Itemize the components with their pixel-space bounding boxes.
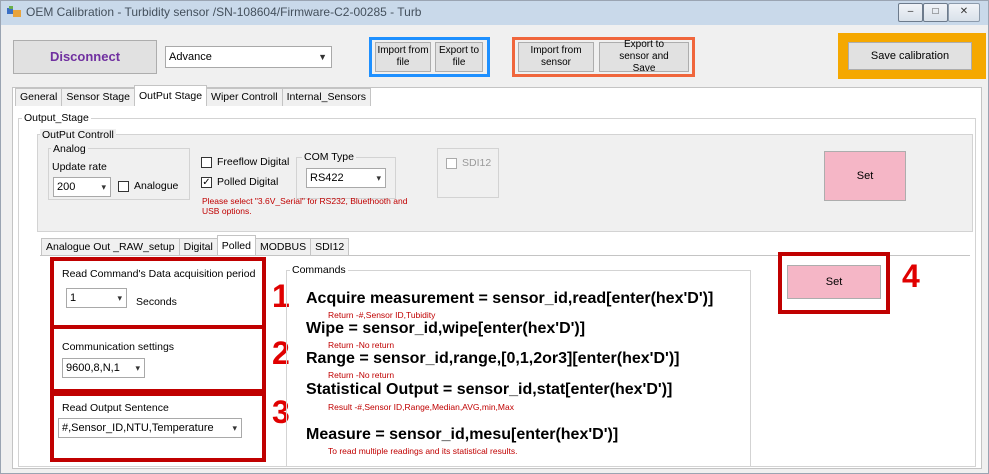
- save-calibration-button[interactable]: Save calibration: [848, 42, 972, 70]
- chevron-down-icon: ▾: [117, 293, 122, 303]
- command-acquire-note: Return -#,Sensor ID,Tubidity: [328, 310, 436, 320]
- export-to-sensor-button[interactable]: Export to sensor and Save: [599, 39, 689, 74]
- polled-set-button[interactable]: Set: [787, 265, 881, 299]
- chevron-down-icon: ▼: [318, 52, 327, 62]
- sdi12-checkbox[interactable]: [446, 158, 457, 169]
- command-wipe: Wipe = sensor_id,wipe[enter(hex'D')]: [306, 320, 586, 337]
- com-type-select[interactable]: RS422 ▾: [306, 168, 386, 188]
- output-control-label: OutPut Controll: [40, 129, 116, 141]
- mode-select-value: Advance: [169, 51, 212, 63]
- command-range: Range = sensor_id,range,[0,1,2or3][enter…: [306, 350, 680, 367]
- marker-4: 4: [902, 258, 920, 294]
- acquisition-period-label: Read Command's Data acquisition period: [62, 268, 256, 280]
- com-type-warning-line1: Please select "3.6V_Serial" for RS232, B…: [202, 196, 408, 206]
- sdi12-group: [437, 148, 499, 198]
- chevron-down-icon: ▾: [376, 173, 381, 183]
- acquisition-period-select[interactable]: 1 ▾: [66, 288, 127, 308]
- read-output-sentence-select[interactable]: #,Sensor_ID,NTU,Temperature ▾: [58, 418, 242, 438]
- analogue-checkbox[interactable]: [118, 181, 129, 192]
- import-from-sensor-button[interactable]: Import from sensor: [518, 42, 594, 72]
- com-type-value: RS422: [310, 172, 344, 184]
- seconds-label: Seconds: [136, 296, 177, 308]
- command-wipe-note: Return -No return: [328, 340, 395, 350]
- commands-label: Commands: [290, 264, 348, 276]
- window-title: OEM Calibration - Turbidity sensor /SN-1…: [26, 5, 422, 19]
- tab-analogue-out-raw[interactable]: Analogue Out _RAW_setup: [41, 238, 180, 256]
- tab-sdi12[interactable]: SDI12: [310, 238, 350, 256]
- chevron-down-icon: ▾: [232, 423, 237, 433]
- export-to-file-button[interactable]: Export to file: [435, 42, 483, 72]
- update-rate-label: Update rate: [52, 161, 107, 173]
- read-output-sentence-value: #,Sensor_ID,NTU,Temperature: [62, 422, 214, 434]
- chevron-down-icon: ▾: [135, 363, 140, 373]
- command-acquire: Acquire measurement = sensor_id,read[ent…: [306, 290, 714, 307]
- mode-select[interactable]: Advance ▼: [165, 46, 332, 68]
- disconnect-button[interactable]: Disconnect: [13, 40, 157, 74]
- communication-settings-value: 9600,8,N,1: [66, 362, 120, 374]
- sdi12-label: SDI12: [462, 157, 492, 169]
- tab-digital[interactable]: Digital: [178, 238, 218, 256]
- freeflow-digital-label: Freeflow Digital: [217, 156, 290, 168]
- communication-settings-select[interactable]: 9600,8,N,1 ▾: [62, 358, 145, 378]
- update-rate-select[interactable]: 200 ▾: [53, 177, 111, 197]
- sub-tabs: Analogue Out _RAW_setup Digital Polled M…: [41, 235, 350, 256]
- read-output-sentence-label: Read Output Sentence: [62, 402, 169, 414]
- analogue-label: Analogue: [134, 180, 179, 192]
- tab-wiper-control[interactable]: Wiper Controll: [206, 88, 283, 106]
- close-icon[interactable]: ✕: [948, 3, 980, 22]
- polled-digital-label: Polled Digital: [217, 176, 279, 188]
- polled-digital-checkbox[interactable]: ✓: [201, 177, 212, 188]
- tab-sensor-stage[interactable]: Sensor Stage: [61, 88, 135, 106]
- chevron-down-icon: ▾: [101, 182, 106, 192]
- minimize-icon[interactable]: –: [898, 3, 923, 22]
- command-range-note: Return -No return: [328, 370, 395, 380]
- main-tabs: General Sensor Stage OutPut Stage Wiper …: [15, 85, 371, 106]
- command-statistical: Statistical Output = sensor_id,stat[ente…: [306, 381, 673, 398]
- freeflow-digital-checkbox[interactable]: [201, 157, 212, 168]
- output-set-button[interactable]: Set: [824, 151, 906, 201]
- import-from-file-button[interactable]: Import from file: [375, 42, 431, 72]
- app-icon: [7, 6, 21, 17]
- acquisition-period-value: 1: [70, 292, 77, 304]
- update-rate-value: 200: [57, 181, 76, 193]
- command-measure: Measure = sensor_id,mesu[enter(hex'D')]: [306, 426, 619, 443]
- com-type-warning-line2: USB options.: [202, 206, 252, 216]
- output-stage-label: Output_Stage: [22, 112, 91, 124]
- maximize-icon[interactable]: □: [923, 3, 948, 22]
- checkmark-icon: ✓: [202, 177, 211, 188]
- tab-modbus[interactable]: MODBUS: [255, 238, 312, 256]
- command-measure-note: To read multiple readings and its statis…: [328, 446, 518, 456]
- tab-polled[interactable]: Polled: [216, 235, 256, 256]
- tab-internal-sensors[interactable]: Internal_Sensors: [281, 88, 371, 106]
- com-type-label: COM Type: [302, 151, 356, 163]
- analog-label: Analog: [51, 143, 88, 155]
- command-statistical-note: Result -#,Sensor ID,Range,Median,AVG,min…: [328, 402, 514, 412]
- tab-output-stage[interactable]: OutPut Stage: [134, 85, 208, 106]
- communication-settings-label: Communication settings: [62, 341, 175, 353]
- tab-general[interactable]: General: [15, 88, 63, 106]
